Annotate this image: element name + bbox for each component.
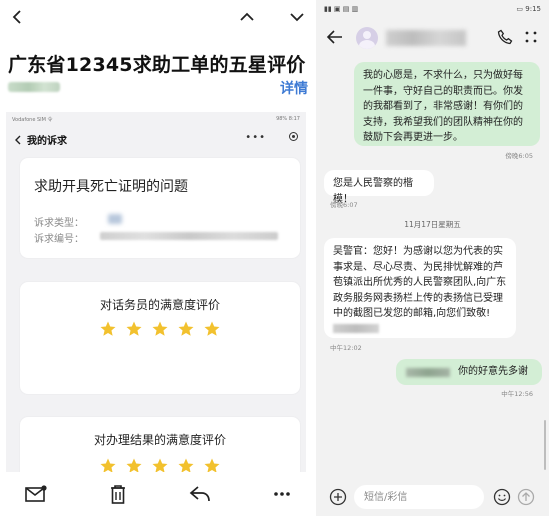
message-text: 你的好意先多谢 [458, 366, 528, 377]
send-icon[interactable] [517, 488, 535, 506]
message-bubble-incoming: 您是人民警察的楷模！ [324, 170, 434, 205]
message-text: 吴警官：您好！为感谢以您为代表的实事求是、尽心尽责、为民排忧解难的芦苞镇派出所优… [333, 246, 507, 319]
message-input[interactable] [354, 485, 484, 509]
message-time: 中午12:02 [330, 344, 362, 352]
redacted-text [333, 324, 379, 333]
operator-star-rating [20, 320, 300, 342]
embedded-app-header: 我的诉求 [14, 132, 67, 147]
status-time: ▭ 9:15 [516, 5, 541, 13]
delete-button[interactable] [106, 482, 130, 506]
details-link[interactable]: 详情 [280, 78, 308, 98]
embedded-status-bar: Vodafone SIM 令 98% 8:17 [12, 116, 300, 123]
arrow-left-icon[interactable] [326, 28, 344, 46]
scrollbar[interactable] [544, 420, 546, 470]
more-button[interactable] [270, 482, 294, 506]
embedded-app-screenshot: Vodafone SIM 令 98% 8:17 我的诉求 ••• 求助开具死亡证… [6, 112, 306, 472]
chevron-up-icon [240, 12, 254, 21]
more-icon [274, 492, 290, 496]
operator-rating-title: 对话务员的满意度评价 [99, 298, 220, 312]
message-time: 傍晚6:05 [505, 152, 533, 160]
star-icon [125, 320, 143, 342]
request-number-label: 诉求编号： [34, 234, 84, 245]
phone-icon[interactable] [497, 29, 513, 45]
star-icon [203, 457, 221, 472]
next-email-button[interactable] [286, 6, 308, 28]
star-icon [177, 457, 195, 472]
delete-icon [111, 485, 125, 504]
operator-rating-card: 对话务员的满意度评价 [20, 282, 300, 394]
status-icons-left: ▮▮ ▣ ▤ ▥ [324, 5, 359, 13]
request-type-label: 诉求类型： [34, 218, 84, 229]
star-icon [151, 320, 169, 342]
email-subject: 广东省12345求助工单的五星评价 [8, 54, 306, 76]
star-icon [177, 320, 195, 342]
composite-screenshot: 广东省12345求助工单的五星评价 详情 Vodafone SIM 令 98% … [0, 0, 549, 516]
mark-unread-icon [25, 485, 47, 502]
chevron-left-icon [15, 135, 21, 144]
sms-conversation: ▮▮ ▣ ▤ ▥ ▭ 9:15 我的心愿是，不求什么，只为做好每一件事，守好自己… [316, 0, 549, 516]
record-icon [289, 132, 298, 141]
date-separator: 11月17日星期五 [404, 220, 461, 229]
redacted-text [406, 368, 450, 377]
chevron-left-icon [12, 10, 21, 24]
email-viewer: 广东省12345求助工单的五星评价 详情 Vodafone SIM 令 98% … [0, 0, 312, 516]
request-title: 求助开具死亡证明的问题 [34, 179, 188, 195]
mark-unread-button[interactable] [24, 482, 48, 506]
chevron-down-icon [290, 13, 304, 22]
reply-icon [189, 486, 210, 502]
contact-name-redacted [386, 30, 466, 46]
request-number-redacted [100, 232, 278, 240]
back-button[interactable] [6, 6, 28, 28]
message-bubble-outgoing: 我的心愿是，不求什么，只为做好每一件事，守好自己的职责而已。你发的我都看到了，非… [354, 62, 540, 146]
message-bubble-incoming: 吴警官：您好！为感谢以您为代表的实事求是、尽心尽责、为民排忧解难的芦苞镇派出所优… [324, 238, 516, 338]
conversation-header [316, 20, 549, 58]
email-toolbar [0, 472, 312, 516]
result-rating-title: 对办理结果的满意度评价 [93, 433, 226, 447]
emoji-icon[interactable] [493, 488, 511, 506]
message-bubble-outgoing: 你的好意先多谢 [396, 359, 542, 385]
avatar[interactable] [356, 27, 378, 49]
star-icon [99, 320, 117, 342]
embedded-app-title: 我的诉求 [27, 136, 67, 147]
battery-icon: ▭ [516, 5, 526, 13]
star-icon [125, 457, 143, 472]
star-icon [203, 320, 221, 342]
sender-name-redacted [8, 82, 60, 92]
star-icon [151, 457, 169, 472]
star-icon [99, 457, 117, 472]
add-attachment-icon[interactable] [329, 488, 347, 506]
more-icon: ••• [245, 132, 266, 143]
request-card: 求助开具死亡证明的问题 诉求类型： 诉求编号： [20, 158, 300, 258]
message-time: 傍晚6:07 [330, 201, 358, 209]
reply-button[interactable] [188, 482, 212, 506]
more-options-icon[interactable] [523, 29, 539, 45]
request-type-redacted [108, 214, 122, 224]
result-star-rating [20, 457, 300, 472]
message-composer [316, 480, 549, 516]
result-rating-card: 对办理结果的满意度评价 [20, 417, 300, 472]
previous-email-button[interactable] [236, 6, 258, 28]
status-bar: ▮▮ ▣ ▤ ▥ ▭ 9:15 [316, 0, 549, 18]
message-time: 中午12:56 [501, 390, 533, 398]
